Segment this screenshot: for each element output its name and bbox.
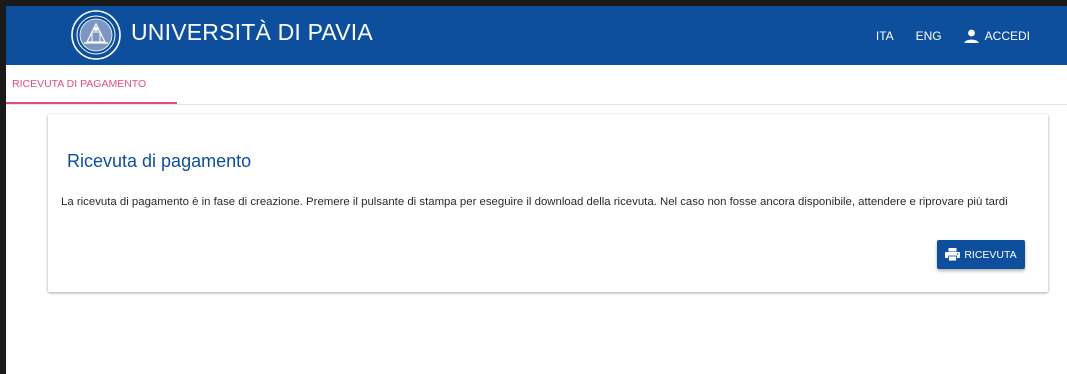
- top-header: UNIVERSITÀ DI PAVIA ITA ENG ACCEDI: [6, 6, 1067, 65]
- print-receipt-label: RICEVUTA: [964, 248, 1017, 261]
- tab-ricevuta-pagamento[interactable]: RICEVUTA DI PAGAMENTO: [6, 65, 177, 104]
- info-text: La ricevuta di pagamento è in fase di cr…: [61, 196, 1008, 208]
- page-title: Ricevuta di pagamento: [67, 151, 252, 171]
- receipt-card: Ricevuta di pagamento La ricevuta di pag…: [48, 114, 1048, 292]
- print-receipt-button[interactable]: RICEVUTA: [937, 240, 1025, 269]
- university-seal-icon[interactable]: [70, 9, 122, 61]
- login-label: ACCEDI: [984, 28, 1030, 43]
- header-nav: ITA ENG ACCEDI: [854, 6, 1030, 65]
- brand-title[interactable]: UNIVERSITÀ DI PAVIA: [131, 19, 373, 46]
- tab-bar: RICEVUTA DI PAGAMENTO: [6, 65, 1067, 105]
- printer-icon: [945, 248, 961, 261]
- login-link[interactable]: ACCEDI: [964, 29, 1030, 43]
- lang-eng-link[interactable]: ENG: [916, 29, 942, 43]
- lang-ita-link[interactable]: ITA: [876, 29, 894, 43]
- person-icon: [964, 29, 979, 43]
